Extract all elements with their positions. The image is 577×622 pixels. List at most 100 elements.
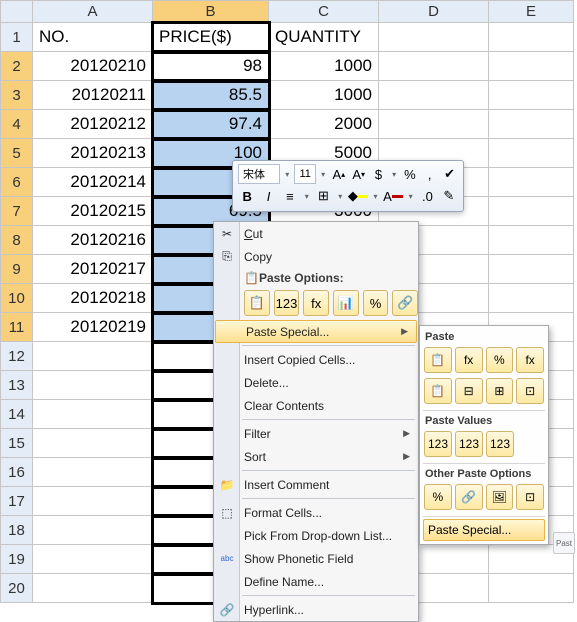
cell-A5[interactable]: 20120213 (33, 139, 153, 168)
paste-hint-button[interactable]: Past (553, 532, 575, 554)
fill-color-icon[interactable]: ◆ (348, 186, 368, 206)
ctx-filter[interactable]: Filter▶ (214, 422, 418, 445)
cell-A15[interactable] (33, 429, 153, 458)
cell-A3[interactable]: 20120211 (33, 81, 153, 110)
cell-D3[interactable] (379, 81, 489, 110)
row-header[interactable]: 4 (1, 110, 33, 139)
cell-C2[interactable]: 1000 (269, 52, 379, 81)
comma-icon[interactable]: , (421, 164, 438, 184)
cell-E1[interactable] (489, 23, 574, 52)
col-header-B[interactable]: B (153, 1, 269, 23)
select-all-corner[interactable] (1, 1, 33, 23)
sub-formatting[interactable]: % (424, 484, 452, 510)
cell-E5[interactable] (489, 139, 574, 168)
italic-button[interactable]: I (259, 186, 277, 206)
row-header[interactable]: 1 (1, 23, 33, 52)
cell-A13[interactable] (33, 371, 153, 400)
sub-paste-all[interactable]: 📋 (424, 347, 452, 373)
row-header[interactable]: 18 (1, 516, 33, 545)
decimals-icon[interactable]: .0 (418, 186, 436, 206)
row-header[interactable]: 10 (1, 284, 33, 313)
sub-paste-merge[interactable]: ⊡ (516, 378, 544, 404)
sub-paste-colwidth[interactable]: ⊟ (455, 378, 483, 404)
sub-paste-formulas[interactable]: fx (455, 347, 483, 373)
paste-formatting-button[interactable]: % (363, 290, 389, 316)
cell-A4[interactable]: 20120212 (33, 110, 153, 139)
ctx-copy[interactable]: ⎘Copy (214, 245, 418, 268)
sub-values[interactable]: 123 (424, 431, 452, 457)
paste-formulas-button[interactable]: fx (303, 290, 329, 316)
format-painter-icon[interactable]: ✎ (440, 186, 458, 206)
cell-A2[interactable]: 20120210 (33, 52, 153, 81)
cell-C3[interactable]: 1000 (269, 81, 379, 110)
font-color-icon[interactable]: A (383, 186, 403, 206)
cell-B2[interactable]: 98 (153, 52, 269, 81)
cell-A17[interactable] (33, 487, 153, 516)
ctx-insert-copied[interactable]: Insert Copied Cells... (214, 348, 418, 371)
sub-paste-transpose[interactable]: ⊞ (486, 378, 514, 404)
row-header[interactable]: 7 (1, 197, 33, 226)
cell-E20[interactable] (489, 574, 574, 603)
row-header[interactable]: 5 (1, 139, 33, 168)
col-header-D[interactable]: D (379, 1, 489, 23)
sub-picture[interactable]: 🖼 (486, 484, 514, 510)
font-name-select[interactable]: 宋体 (238, 164, 280, 184)
cell-E2[interactable] (489, 52, 574, 81)
sub-paste-formulas-num[interactable]: % (486, 347, 514, 373)
cell-E10[interactable] (489, 284, 574, 313)
row-header[interactable]: 14 (1, 400, 33, 429)
row-header[interactable]: 6 (1, 168, 33, 197)
cell-C4[interactable]: 2000 (269, 110, 379, 139)
cell-A7[interactable]: 20120215 (33, 197, 153, 226)
cell-B3[interactable]: 85.5 (153, 81, 269, 110)
sub-linked-pic[interactable]: ⊡ (516, 484, 544, 510)
row-header[interactable]: 20 (1, 574, 33, 603)
cell-A20[interactable] (33, 574, 153, 603)
row-header[interactable]: 19 (1, 545, 33, 574)
cell-A9[interactable]: 20120217 (33, 255, 153, 284)
grow-font-icon[interactable]: A▴ (330, 164, 347, 184)
cell-E8[interactable] (489, 226, 574, 255)
ctx-phonetic[interactable]: abcShow Phonetic Field (214, 547, 418, 570)
cell-E3[interactable] (489, 81, 574, 110)
cell-A16[interactable] (33, 458, 153, 487)
row-header[interactable]: 8 (1, 226, 33, 255)
brush-icon[interactable]: ✔ (441, 164, 458, 184)
cell-D1[interactable] (379, 23, 489, 52)
ctx-cut[interactable]: ✂Cut (214, 222, 418, 245)
cell-A18[interactable] (33, 516, 153, 545)
row-header[interactable]: 12 (1, 342, 33, 371)
cell-A10[interactable]: 20120218 (33, 284, 153, 313)
row-header[interactable]: 9 (1, 255, 33, 284)
cell-A11[interactable]: 20120219 (33, 313, 153, 342)
cell-E6[interactable] (489, 168, 574, 197)
row-header[interactable]: 2 (1, 52, 33, 81)
shrink-font-icon[interactable]: A▾ (350, 164, 367, 184)
ctx-paste-special[interactable]: Paste Special...▶ (215, 320, 417, 343)
cell-A8[interactable]: 20120216 (33, 226, 153, 255)
cell-D2[interactable] (379, 52, 489, 81)
sub-values-num[interactable]: 123 (455, 431, 483, 457)
cell-B1[interactable]: PRICE($) (153, 23, 269, 52)
sub-values-src[interactable]: 123 (486, 431, 514, 457)
ctx-sort[interactable]: Sort▶ (214, 445, 418, 468)
cell-E4[interactable] (489, 110, 574, 139)
cell-A12[interactable] (33, 342, 153, 371)
paste-transpose-button[interactable]: 📊 (333, 290, 359, 316)
col-header-E[interactable]: E (489, 1, 574, 23)
cell-E9[interactable] (489, 255, 574, 284)
currency-icon[interactable]: $ (370, 164, 387, 184)
ctx-pick-list[interactable]: Pick From Drop-down List... (214, 524, 418, 547)
col-header-A[interactable]: A (33, 1, 153, 23)
cell-E7[interactable] (489, 197, 574, 226)
bold-button[interactable]: B (238, 186, 256, 206)
align-icon[interactable]: ≡ (281, 186, 299, 206)
cell-A1[interactable]: NO. (33, 23, 153, 52)
row-header[interactable]: 11 (1, 313, 33, 342)
sub-paste-keep-src[interactable]: fx (516, 347, 544, 373)
row-header[interactable]: 15 (1, 429, 33, 458)
border-icon[interactable]: ⊞ (314, 186, 332, 206)
row-header[interactable]: 17 (1, 487, 33, 516)
sub-paste-noborder[interactable]: 📋 (424, 378, 452, 404)
ctx-hyperlink[interactable]: 🔗Hyperlink... (214, 598, 418, 621)
